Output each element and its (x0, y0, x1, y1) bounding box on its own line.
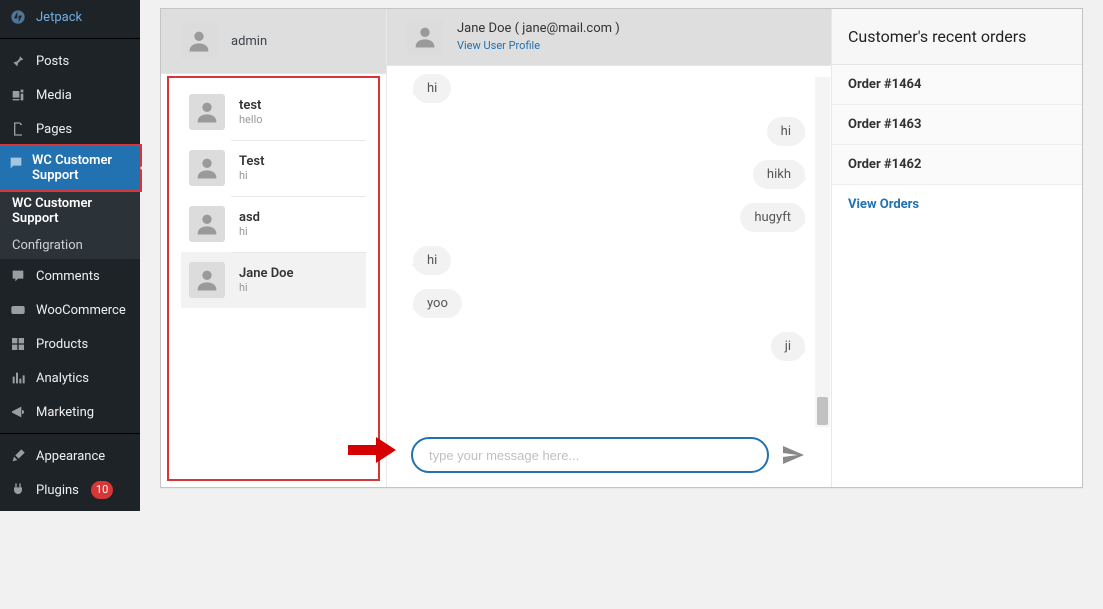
sidebar-divider (0, 429, 140, 434)
order-row[interactable]: Order #1462 (832, 145, 1082, 185)
message-bubble: hikh (753, 160, 805, 189)
jetpack-icon (8, 7, 28, 27)
conversation-preview: hello (239, 113, 263, 126)
conversation-item[interactable]: testhello (181, 84, 366, 140)
chat-panel: Jane Doe ( jane@mail.com ) View User Pro… (386, 9, 832, 487)
orders-title: Customer's recent orders (832, 9, 1082, 65)
sidebar-item-label: Jetpack (36, 10, 82, 25)
admin-header: admin (161, 9, 386, 74)
send-button[interactable] (779, 441, 807, 469)
admin-sidebar: Jetpack Posts Media Pages WC Customer Suppor… (0, 0, 140, 511)
avatar (189, 206, 225, 242)
conversation-item[interactable]: Jane Doehi (181, 252, 366, 308)
conversation-name: Jane Doe (239, 266, 294, 281)
users-icon (8, 514, 28, 534)
settings-icon (8, 582, 28, 602)
avatar (181, 23, 217, 59)
sidebar-item-woocommerce[interactable]: WooCommerce (0, 293, 140, 327)
product-icon (8, 334, 28, 354)
sidebar-item-products[interactable]: Products (0, 327, 140, 361)
sidebar-item-comments[interactable]: Comments (0, 259, 140, 293)
marketing-icon (8, 402, 28, 422)
sidebar-item-appearance[interactable]: Appearance (0, 439, 140, 473)
sidebar-item-label: WooCommerce (36, 303, 126, 318)
chat-header: Jane Doe ( jane@mail.com ) View User Pro… (387, 9, 831, 66)
avatar (189, 94, 225, 130)
view-orders-link[interactable]: View Orders (832, 185, 1082, 224)
sidebar-item-posts[interactable]: Posts (0, 44, 140, 78)
message-bubble: hi (413, 246, 451, 275)
message-bubble: hi (413, 74, 451, 103)
page-icon (8, 119, 28, 139)
orders-panel: Customer's recent orders Order #1464Orde… (832, 9, 1082, 487)
pin-icon (8, 51, 28, 71)
conversation-item[interactable]: asdhi (181, 196, 366, 252)
conversation-panel: admin testhelloTesthiasdhiJane Doehi (161, 9, 386, 487)
update-badge: 10 (91, 481, 113, 499)
sidebar-item-jetpack[interactable]: Jetpack (0, 0, 140, 34)
admin-name: admin (231, 34, 267, 49)
sidebar-item-label: Media (36, 88, 72, 103)
scrollbar-thumb[interactable] (817, 397, 828, 425)
message-list[interactable]: hi hi hikh hugyft hi yoo ji (387, 66, 831, 427)
conversation-name: asd (239, 210, 260, 225)
avatar (189, 262, 225, 298)
chat-user-name: Jane Doe ( jane@mail.com ) (457, 21, 620, 36)
sidebar-item-label: Products (36, 337, 88, 352)
sidebar-item-label: Plugins (36, 483, 79, 498)
conversation-name: test (239, 98, 263, 113)
sidebar-item-users[interactable]: Users (0, 507, 140, 541)
sidebar-item-media[interactable]: Media (0, 78, 140, 112)
avatar (189, 150, 225, 186)
sidebar-item-label: Appearance (36, 449, 105, 464)
sidebar-item-plugins[interactable]: Plugins 10 (0, 473, 140, 507)
sidebar-item-label: Posts (36, 54, 69, 69)
conversation-preview: hi (239, 225, 260, 238)
conversation-item[interactable]: Testhi (181, 140, 366, 196)
sidebar-subitem-wc-customer-support[interactable]: WC Customer Support (0, 190, 140, 232)
message-bubble: yoo (413, 289, 462, 318)
media-icon (8, 85, 28, 105)
sidebar-divider (0, 34, 140, 39)
chat-icon (8, 153, 24, 173)
message-input[interactable] (411, 437, 769, 473)
view-profile-link[interactable]: View User Profile (457, 39, 540, 52)
sidebar-item-label: Settings (36, 585, 83, 600)
sidebar-item-label: WC Customer Support (32, 153, 132, 183)
comment-icon (8, 266, 28, 286)
sidebar-item-pages[interactable]: Pages (0, 112, 140, 146)
support-panel: admin testhelloTesthiasdhiJane Doehi Jan… (160, 8, 1083, 488)
sidebar-item-wc-customer-support[interactable]: WC Customer Support (0, 144, 142, 192)
sidebar-item-analytics[interactable]: Analytics (0, 361, 140, 395)
message-bubble: ji (771, 332, 805, 361)
order-row[interactable]: Order #1463 (832, 105, 1082, 145)
analytics-icon (8, 368, 28, 388)
sidebar-item-settings[interactable]: Settings (0, 575, 140, 609)
sidebar-subitem-configration[interactable]: Configration (0, 232, 140, 259)
conversation-preview: hi (239, 281, 294, 294)
sidebar-item-label: Comments (36, 269, 100, 284)
conversation-list: testhelloTesthiasdhiJane Doehi (167, 76, 380, 481)
avatar (407, 19, 443, 55)
appearance-icon (8, 446, 28, 466)
sidebar-item-label: Tools (36, 551, 68, 566)
sidebar-item-marketing[interactable]: Marketing (0, 395, 140, 429)
tools-icon (8, 548, 28, 568)
sidebar-item-label: Marketing (36, 405, 94, 420)
scrollbar[interactable] (815, 77, 830, 427)
order-row[interactable]: Order #1464 (832, 65, 1082, 105)
plugins-icon (8, 480, 28, 500)
conversation-name: Test (239, 154, 264, 169)
sidebar-item-label: Users (36, 517, 69, 532)
sidebar-item-label: Analytics (36, 371, 89, 386)
woo-icon (8, 300, 28, 320)
chat-input-row (387, 427, 831, 487)
sidebar-item-tools[interactable]: Tools (0, 541, 140, 575)
send-icon (781, 443, 805, 467)
message-bubble: hugyft (740, 203, 805, 232)
message-bubble: hi (767, 117, 805, 146)
sidebar-item-label: Pages (36, 122, 72, 137)
conversation-preview: hi (239, 169, 264, 182)
